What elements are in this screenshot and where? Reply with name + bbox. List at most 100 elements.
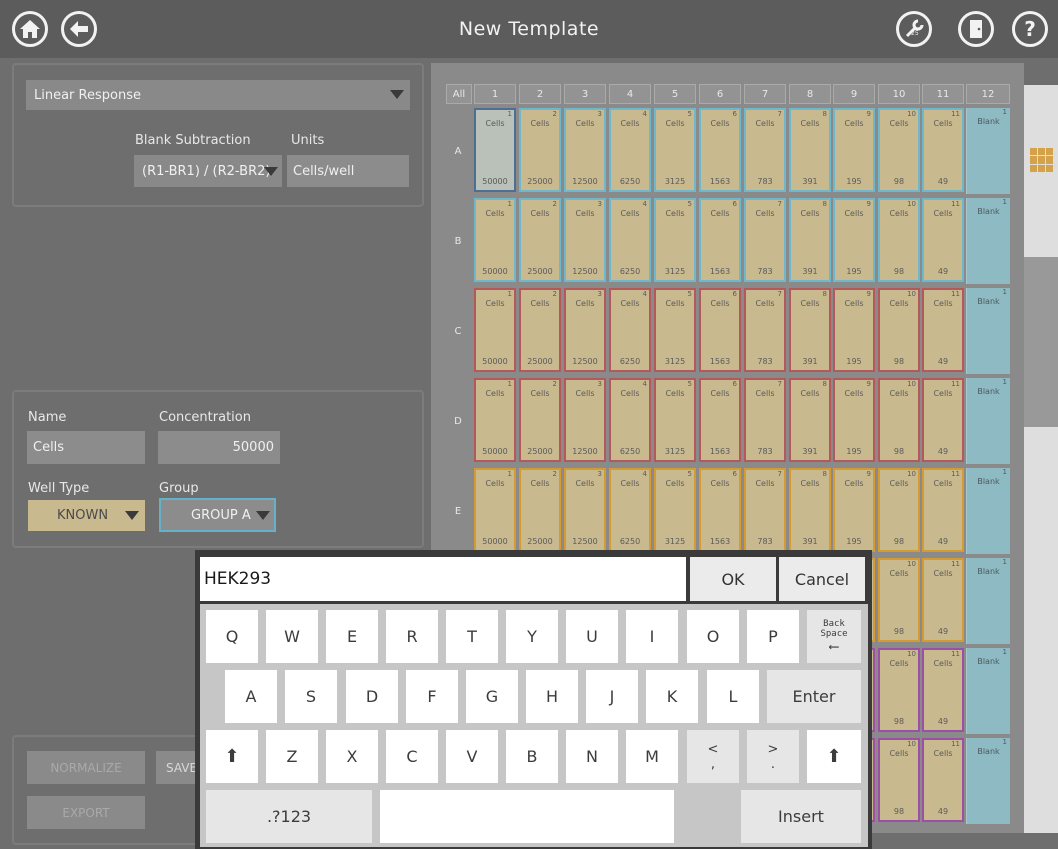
key-y[interactable]: Y: [506, 610, 558, 663]
column-header-8[interactable]: 8: [789, 84, 831, 104]
well-B2[interactable]: 2 Cells 25000: [519, 198, 561, 282]
row-header-D[interactable]: D: [446, 378, 470, 464]
well-A7[interactable]: 7 Cells 783: [744, 108, 786, 192]
key-p[interactable]: P: [747, 610, 799, 663]
keyboard-input[interactable]: HEK293: [200, 557, 686, 601]
well-B12[interactable]: 1 Blank: [966, 198, 1010, 284]
row-header-B[interactable]: B: [446, 198, 470, 284]
key-n[interactable]: N: [566, 730, 618, 783]
well-C2[interactable]: 2 Cells 25000: [519, 288, 561, 372]
key-h[interactable]: H: [526, 670, 578, 723]
well-C6[interactable]: 6 Cells 1563: [699, 288, 741, 372]
well-E12[interactable]: 1 Blank: [966, 468, 1010, 554]
well-B8[interactable]: 8 Cells 391: [789, 198, 831, 282]
well-B11[interactable]: 11 Cells 49: [922, 198, 964, 282]
well-B5[interactable]: 5 Cells 3125: [654, 198, 696, 282]
method-dropdown[interactable]: Linear Response: [26, 80, 410, 110]
well-D3[interactable]: 3 Cells 12500: [564, 378, 606, 462]
space-key[interactable]: [380, 790, 674, 843]
well-A8[interactable]: 8 Cells 391: [789, 108, 831, 192]
key-a[interactable]: A: [225, 670, 277, 723]
key-e[interactable]: E: [326, 610, 378, 663]
well-C7[interactable]: 7 Cells 783: [744, 288, 786, 372]
key-z[interactable]: Z: [266, 730, 318, 783]
key-w[interactable]: W: [266, 610, 318, 663]
column-header-2[interactable]: 2: [519, 84, 561, 104]
key-l[interactable]: L: [707, 670, 759, 723]
well-F11[interactable]: 11 Cells 49: [922, 558, 964, 642]
well-B1[interactable]: 1 Cells 50000: [474, 198, 516, 282]
key-period[interactable]: >.: [747, 730, 799, 783]
shift-left-key[interactable]: ⬆: [206, 730, 258, 783]
well-A4[interactable]: 4 Cells 6250: [609, 108, 651, 192]
well-E4[interactable]: 4 Cells 6250: [609, 468, 651, 552]
key-b[interactable]: B: [506, 730, 558, 783]
well-B10[interactable]: 10 Cells 98: [878, 198, 920, 282]
tools-icon[interactable]: 25: [896, 11, 932, 47]
column-header-10[interactable]: 10: [878, 84, 920, 104]
select-all-button[interactable]: All: [446, 84, 472, 104]
well-C1[interactable]: 1 Cells 50000: [474, 288, 516, 372]
column-header-6[interactable]: 6: [699, 84, 741, 104]
well-A6[interactable]: 6 Cells 1563: [699, 108, 741, 192]
well-E3[interactable]: 3 Cells 12500: [564, 468, 606, 552]
well-E10[interactable]: 10 Cells 98: [878, 468, 920, 552]
well-A9[interactable]: 9 Cells 195: [833, 108, 875, 192]
well-C3[interactable]: 3 Cells 12500: [564, 288, 606, 372]
well-G10[interactable]: 10 Cells 98: [878, 648, 920, 732]
key-o[interactable]: O: [687, 610, 739, 663]
key-g[interactable]: G: [466, 670, 518, 723]
well-A10[interactable]: 10 Cells 98: [878, 108, 920, 192]
column-header-7[interactable]: 7: [744, 84, 786, 104]
key-d[interactable]: D: [346, 670, 398, 723]
key-s[interactable]: S: [285, 670, 337, 723]
home-icon[interactable]: [12, 11, 48, 47]
column-header-1[interactable]: 1: [474, 84, 516, 104]
column-header-12[interactable]: 12: [966, 84, 1010, 104]
help-icon[interactable]: ?: [1012, 11, 1048, 47]
well-A2[interactable]: 2 Cells 25000: [519, 108, 561, 192]
well-F12[interactable]: 1 Blank: [966, 558, 1010, 644]
symbols-key[interactable]: .?123: [206, 790, 372, 843]
exit-door-icon[interactable]: [958, 11, 994, 47]
column-header-3[interactable]: 3: [564, 84, 606, 104]
name-field[interactable]: Cells: [27, 431, 145, 464]
units-field[interactable]: Cells/well: [287, 155, 409, 187]
well-C9[interactable]: 9 Cells 195: [833, 288, 875, 372]
well-B6[interactable]: 6 Cells 1563: [699, 198, 741, 282]
well-A1[interactable]: 1 Cells 50000: [474, 108, 516, 192]
well-B3[interactable]: 3 Cells 12500: [564, 198, 606, 282]
column-header-9[interactable]: 9: [833, 84, 875, 104]
well-C10[interactable]: 10 Cells 98: [878, 288, 920, 372]
shift-right-key[interactable]: ⬆: [807, 730, 861, 783]
back-arrow-icon[interactable]: [61, 11, 97, 47]
well-D6[interactable]: 6 Cells 1563: [699, 378, 741, 462]
well-D10[interactable]: 10 Cells 98: [878, 378, 920, 462]
well-G11[interactable]: 11 Cells 49: [922, 648, 964, 732]
well-E11[interactable]: 11 Cells 49: [922, 468, 964, 552]
key-r[interactable]: R: [386, 610, 438, 663]
well-D12[interactable]: 1 Blank: [966, 378, 1010, 464]
key-i[interactable]: I: [626, 610, 678, 663]
column-header-11[interactable]: 11: [922, 84, 964, 104]
backspace-key[interactable]: Back Space ⟵: [807, 610, 861, 663]
key-c[interactable]: C: [386, 730, 438, 783]
well-D9[interactable]: 9 Cells 195: [833, 378, 875, 462]
normalize-button[interactable]: NORMALIZE: [27, 751, 145, 784]
well-D5[interactable]: 5 Cells 3125: [654, 378, 696, 462]
column-header-5[interactable]: 5: [654, 84, 696, 104]
ok-button[interactable]: OK: [690, 557, 776, 601]
well-type-dropdown[interactable]: KNOWN: [28, 500, 145, 531]
well-E7[interactable]: 7 Cells 783: [744, 468, 786, 552]
key-m[interactable]: M: [626, 730, 678, 783]
well-E5[interactable]: 5 Cells 3125: [654, 468, 696, 552]
well-E8[interactable]: 8 Cells 391: [789, 468, 831, 552]
well-F10[interactable]: 10 Cells 98: [878, 558, 920, 642]
row-header-A[interactable]: A: [446, 108, 470, 194]
cancel-button[interactable]: Cancel: [779, 557, 865, 601]
well-A3[interactable]: 3 Cells 12500: [564, 108, 606, 192]
export-button[interactable]: EXPORT: [27, 796, 145, 829]
well-C8[interactable]: 8 Cells 391: [789, 288, 831, 372]
grid-view-icon[interactable]: [1030, 148, 1054, 172]
concentration-field[interactable]: 50000: [158, 431, 280, 464]
